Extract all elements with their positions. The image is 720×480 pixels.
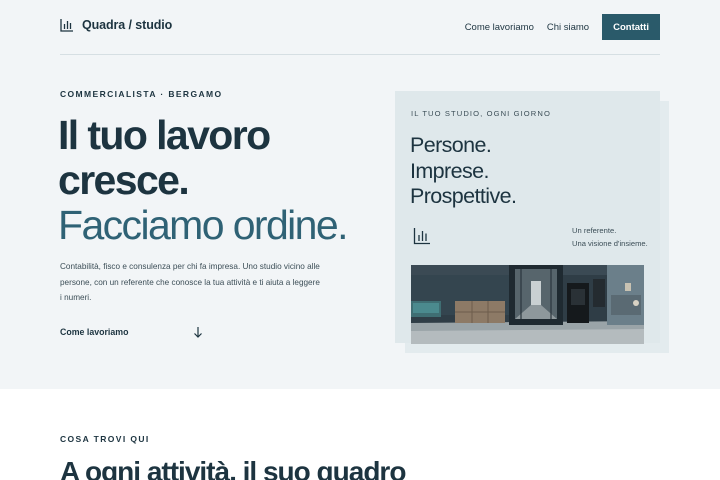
site-header: Quadra / studio Come lavoriamo Chi siamo… (60, 14, 660, 40)
office-photo (411, 265, 644, 344)
brand-name: Quadra / studio (82, 18, 173, 32)
card-title-line: Prospettive. (410, 184, 517, 208)
come-lavoriamo-label: Come lavoriamo (60, 327, 129, 337)
section-title: A ogni attività, il suo quadro (60, 456, 406, 480)
card-note-line: Una visione d'insieme. (572, 239, 648, 248)
brand-logo[interactable]: Quadra / studio (60, 18, 172, 32)
hero-title-line-3: Facciamo ordine. (58, 202, 348, 248)
contact-button[interactable]: Contatti (602, 14, 660, 40)
card-title-line: Persone. (410, 133, 492, 157)
card-title: Persone. Imprese. Prospettive. (410, 133, 517, 210)
hero-title-line-1: Il tuo lavoro (58, 112, 271, 158)
card-note-line: Un referente. (572, 226, 617, 235)
hero-intro: Contabilità, fisco e consulenza per chi … (60, 262, 320, 302)
hero-title-line-2: cresce. (58, 157, 190, 203)
section-eyebrow: COSA TROVI QUI (60, 434, 150, 444)
hero-eyebrow: COMMERCIALISTA · BERGAMO (60, 89, 223, 99)
hero-title: Il tuo lavoro cresce. Facciamo ordine. (58, 113, 398, 248)
header-divider (60, 54, 660, 55)
arrow-down-icon (194, 327, 203, 338)
come-lavoriamo-link[interactable]: Come lavoriamo (60, 326, 203, 338)
bar-chart-icon (413, 228, 430, 245)
nav-come-lavoriamo[interactable]: Come lavoriamo (465, 22, 534, 33)
nav-chi-siamo[interactable]: Chi siamo (547, 22, 589, 33)
card-eyebrow: IL TUO STUDIO, OGNI GIORNO (411, 109, 551, 118)
card-note: Un referente. Una visione d'insieme. (572, 224, 648, 250)
studio-card: IL TUO STUDIO, OGNI GIORNO Persone. Impr… (395, 91, 660, 344)
main-nav: Come lavoriamo Chi siamo Contatti (465, 14, 660, 40)
bar-chart-icon (60, 19, 73, 32)
card-title-line: Imprese. (410, 158, 489, 183)
